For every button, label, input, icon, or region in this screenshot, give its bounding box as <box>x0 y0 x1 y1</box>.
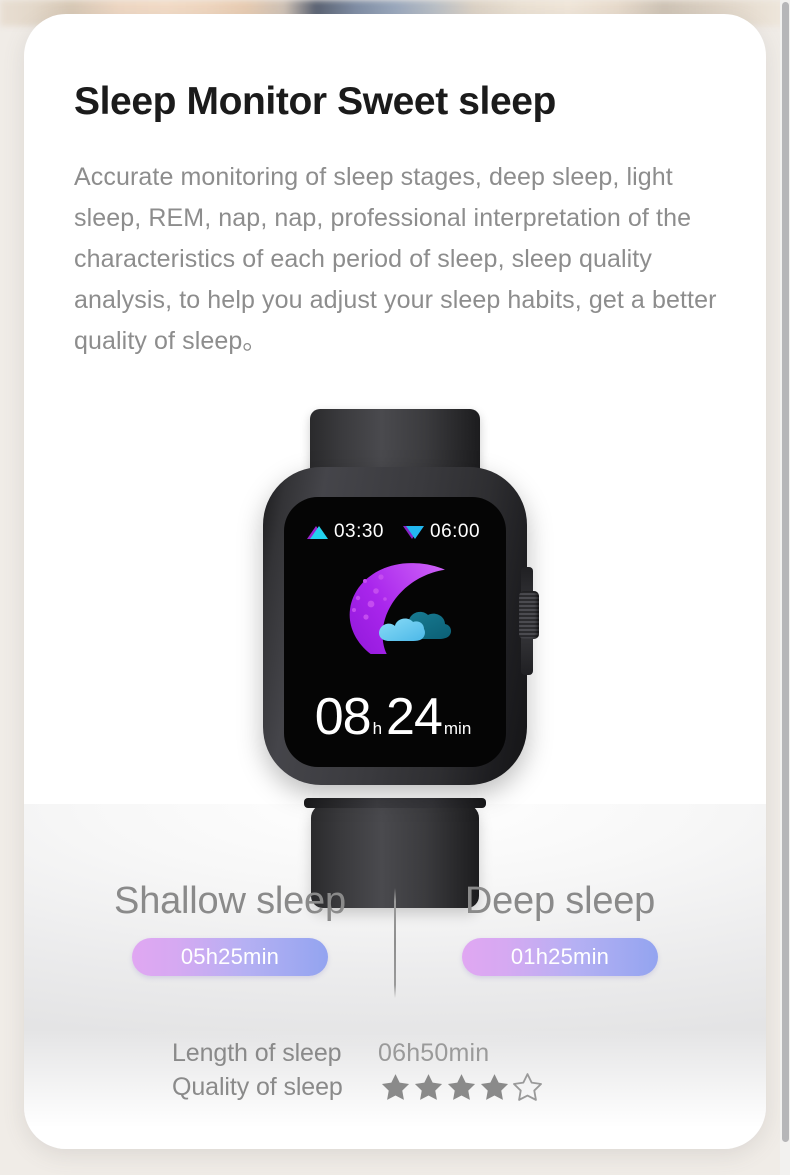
stat-divider <box>394 888 396 998</box>
watch-sleep-times: 03:30 06:00 <box>284 521 506 543</box>
page-root: Sleep Monitor Sweet sleep Accurate monit… <box>0 0 790 1175</box>
star-filled-icon <box>381 1074 410 1100</box>
crescent-moon-cloud-icon <box>325 559 465 666</box>
sleep-summary: Length of sleep 06h50min Quality of slee… <box>172 1036 543 1104</box>
watch-strap-bottom-connector <box>304 798 486 808</box>
watch-crown-icon[interactable] <box>519 591 539 639</box>
watch-screen: 03:30 06:00 08 h 24 min <box>284 497 506 767</box>
star-empty-icon <box>513 1073 542 1101</box>
length-of-sleep-row: Length of sleep 06h50min <box>172 1036 543 1070</box>
star-filled-icon <box>480 1074 509 1100</box>
sleep-end-time: 06:00 <box>430 521 481 542</box>
length-of-sleep-value: 06h50min <box>378 1038 490 1067</box>
sleep-start-group: 03:30 <box>309 521 384 543</box>
star-filled-icon <box>447 1074 476 1100</box>
sleep-end-group: 06:00 <box>406 521 480 543</box>
shallow-sleep-label: Shallow sleep <box>114 880 346 922</box>
scrollbar-thumb[interactable] <box>782 2 789 1142</box>
triangle-up-icon <box>309 525 328 539</box>
quality-of-sleep-row: Quality of sleep <box>172 1070 543 1104</box>
star-filled-icon <box>414 1074 443 1100</box>
sleep-feature-card: Sleep Monitor Sweet sleep Accurate monit… <box>24 14 766 1149</box>
duration-minutes: 24 <box>386 688 443 746</box>
shallow-sleep-stat: Shallow sleep 05h25min <box>80 880 380 976</box>
duration-hours: 08 <box>314 688 372 746</box>
shallow-sleep-value-pill: 05h25min <box>132 937 328 976</box>
deep-sleep-label: Deep sleep <box>464 880 656 922</box>
quality-of-sleep-label: Quality of sleep <box>172 1072 343 1101</box>
triangle-down-icon <box>406 525 424 539</box>
duration-minutes-unit: min <box>443 719 472 738</box>
scrollbar[interactable] <box>780 0 790 1175</box>
sleep-stage-stats: Shallow sleep 05h25min Deep sleep 01h25m… <box>24 880 766 998</box>
watch-sleep-duration: 08 h 24 min <box>284 691 506 743</box>
deep-sleep-value-pill: 01h25min <box>462 937 658 976</box>
deep-sleep-stat: Deep sleep 01h25min <box>410 880 710 976</box>
quality-star-rating <box>380 1072 543 1102</box>
length-of-sleep-label: Length of sleep <box>172 1038 342 1067</box>
watch-case: 03:30 06:00 08 h 24 min <box>263 467 539 785</box>
duration-hours-unit: h <box>372 719 383 738</box>
sleep-start-time: 03:30 <box>333 521 384 542</box>
